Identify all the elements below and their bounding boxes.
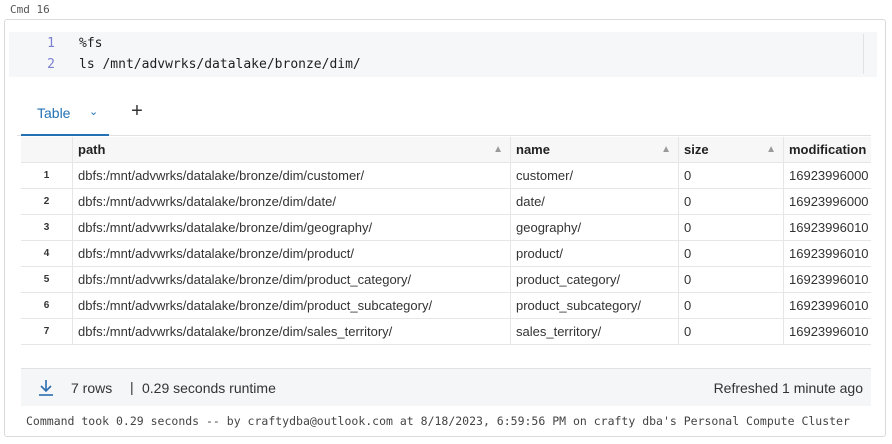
cell-path: dbfs:/mnt/advwrks/datalake/bronze/dim/pr… — [73, 293, 511, 319]
cell-size: 0 — [679, 163, 784, 189]
row-index: 2 — [21, 189, 73, 215]
table-row: 2 dbfs:/mnt/advwrks/datalake/bronze/dim/… — [21, 189, 871, 215]
cell-path: dbfs:/mnt/advwrks/datalake/bronze/dim/cu… — [73, 163, 511, 189]
editor-scrollbar[interactable] — [863, 34, 869, 74]
tab-table[interactable]: Table ⌄ — [21, 88, 109, 136]
column-header-path[interactable]: path ▲ — [73, 137, 511, 163]
cell-modification: 16923996000 — [789, 168, 869, 183]
cell-modification: 16923996000 — [789, 194, 869, 209]
cell-path: dbfs:/mnt/advwrks/datalake/bronze/dim/da… — [73, 189, 511, 215]
table-row: 3 dbfs:/mnt/advwrks/datalake/bronze/dim/… — [21, 215, 871, 241]
cell-name: product_category/ — [511, 267, 679, 293]
cell-size: 0 — [679, 293, 784, 319]
tab-table-label: Table — [37, 105, 71, 121]
table-row: 1 dbfs:/mnt/advwrks/datalake/bronze/dim/… — [21, 163, 871, 189]
row-index: 3 — [21, 215, 73, 241]
column-header-modification[interactable]: modification — [784, 137, 871, 163]
row-index: 7 — [21, 319, 73, 345]
code-text: %fs — [79, 36, 103, 51]
sort-icon[interactable]: ▲ — [661, 137, 671, 163]
table-row: 7 dbfs:/mnt/advwrks/datalake/bronze/dim/… — [21, 319, 871, 345]
table-row: 6 dbfs:/mnt/advwrks/datalake/bronze/dim/… — [21, 293, 871, 319]
cell-modification: 16923996010 — [789, 246, 869, 261]
column-header-name[interactable]: name ▲ — [511, 137, 679, 163]
cmd-label: Cmd 16 — [10, 3, 50, 16]
row-index: 4 — [21, 241, 73, 267]
table-row: 5 dbfs:/mnt/advwrks/datalake/bronze/dim/… — [21, 267, 871, 293]
table-row: 4 dbfs:/mnt/advwrks/datalake/bronze/dim/… — [21, 241, 871, 267]
cell-modification: 16923996010 — [789, 324, 869, 339]
command-status: Command took 0.29 seconds -- by craftydb… — [26, 414, 850, 428]
cell-path: dbfs:/mnt/advwrks/datalake/bronze/dim/pr… — [73, 267, 511, 293]
cell-modification: 16923996010 — [789, 220, 869, 235]
header-index-cell — [21, 137, 73, 163]
cell-path: dbfs:/mnt/advwrks/datalake/bronze/dim/sa… — [73, 319, 511, 345]
row-index: 5 — [21, 267, 73, 293]
cell-size: 0 — [679, 241, 784, 267]
cell-name: date/ — [511, 189, 679, 215]
sort-icon[interactable]: ▲ — [493, 137, 503, 163]
cell-modification: 16923996010 — [789, 272, 869, 287]
column-header-size[interactable]: size ▲ — [679, 137, 784, 163]
row-index: 6 — [21, 293, 73, 319]
results-table: path ▲ name ▲ size ▲ modification 1 dbfs… — [21, 137, 871, 373]
row-index: 1 — [21, 163, 73, 189]
table-header-row: path ▲ name ▲ size ▲ modification — [21, 137, 871, 163]
sort-icon[interactable]: ▲ — [766, 137, 776, 163]
cell-path: dbfs:/mnt/advwrks/datalake/bronze/dim/pr… — [73, 241, 511, 267]
cell-name: customer/ — [511, 163, 679, 189]
download-icon[interactable] — [33, 377, 59, 399]
cell-name: geography/ — [511, 215, 679, 241]
refreshed-text: Refreshed 1 minute ago — [713, 380, 863, 396]
cell-name: product/ — [511, 241, 679, 267]
footer-separator: | — [130, 379, 134, 395]
result-tabs: Table ⌄ + — [17, 88, 871, 136]
code-editor[interactable]: 1 %fs 2 ls /mnt/advwrks/datalake/bronze/… — [9, 32, 877, 77]
cell-name: product_subcategory/ — [511, 293, 679, 319]
cell-size: 0 — [679, 189, 784, 215]
cell-path: dbfs:/mnt/advwrks/datalake/bronze/dim/ge… — [73, 215, 511, 241]
code-text: ls /mnt/advwrks/datalake/bronze/dim/ — [79, 57, 361, 72]
result-panel: Table ⌄ + path ▲ name ▲ size ▲ modificat… — [17, 88, 871, 406]
result-footer: 7 rows | 0.29 seconds runtime Refreshed … — [21, 368, 871, 406]
cell-name: sales_territory/ — [511, 319, 679, 345]
cell-size: 0 — [679, 215, 784, 241]
line-number: 1 — [47, 36, 55, 51]
chevron-down-icon[interactable]: ⌄ — [89, 105, 98, 118]
cell-size: 0 — [679, 319, 784, 345]
cell-size: 0 — [679, 267, 784, 293]
cell-modification: 16923996010 — [789, 298, 869, 313]
runtime-text: 0.29 seconds runtime — [142, 380, 276, 396]
line-number: 2 — [47, 57, 55, 72]
add-visualization-button[interactable]: + — [127, 100, 147, 123]
row-count: 7 rows — [71, 380, 113, 396]
